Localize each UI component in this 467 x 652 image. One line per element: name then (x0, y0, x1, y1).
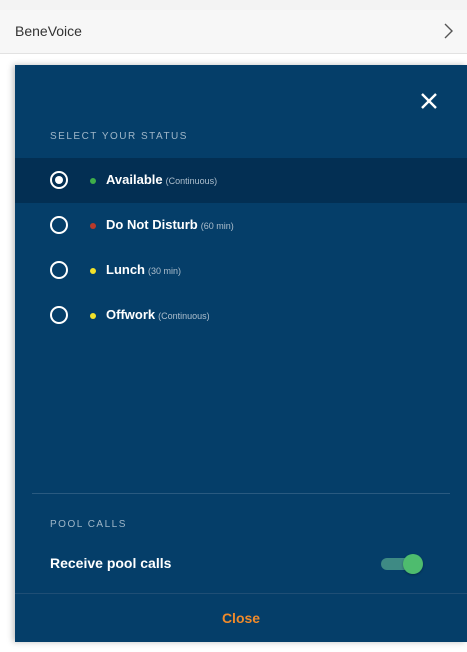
status-dot-icon (90, 313, 96, 319)
receive-pool-calls-toggle[interactable] (381, 554, 423, 574)
status-duration: (Continuous) (158, 311, 210, 321)
toggle-knob (403, 554, 423, 574)
status-label: Offwork (106, 307, 156, 322)
status-dot-icon (90, 268, 96, 274)
receive-pool-calls-label: Receive pool calls (50, 555, 172, 571)
status-option-available[interactable]: Available (Continuous) (15, 158, 467, 203)
status-dot-icon (90, 223, 96, 229)
status-label: Lunch (106, 262, 145, 277)
status-dot-icon (90, 178, 96, 184)
status-option-text: Available (Continuous) (106, 172, 217, 187)
status-option-text: Do Not Disturb (60 min) (106, 217, 234, 232)
status-label: Available (106, 172, 163, 187)
status-list: Available (Continuous) Do Not Disturb (60 … (15, 158, 467, 338)
status-option-do-not-disturb[interactable]: Do Not Disturb (60 min) (15, 203, 467, 248)
status-section-title: SELECT YOUR STATUS (50, 131, 188, 142)
status-duration: (Continuous) (165, 176, 218, 186)
status-option-text: Lunch (30 min) (106, 262, 181, 277)
close-button[interactable]: Close (15, 594, 467, 642)
status-option-lunch[interactable]: Lunch (30 min) (15, 248, 467, 293)
app-header[interactable]: BeneVoice (0, 10, 467, 54)
status-panel: SELECT YOUR STATUS Available (Continuous)… (15, 65, 467, 642)
radio-button[interactable] (50, 171, 68, 189)
close-icon[interactable] (419, 91, 439, 111)
status-duration: (60 min) (200, 221, 234, 231)
status-option-offwork[interactable]: Offwork (Continuous) (15, 293, 467, 338)
app-title: BeneVoice (15, 23, 82, 39)
radio-button[interactable] (50, 216, 68, 234)
radio-selected-dot (55, 176, 63, 184)
radio-button[interactable] (50, 306, 68, 324)
pool-section-title: POOL CALLS (50, 519, 127, 530)
status-duration: (30 min) (148, 266, 182, 276)
chevron-right-icon[interactable] (441, 22, 455, 40)
status-option-text: Offwork (Continuous) (106, 307, 210, 322)
app-window: BeneVoice SELECT YOUR STATUS Available (C… (0, 0, 467, 652)
radio-button[interactable] (50, 261, 68, 279)
status-label: Do Not Disturb (106, 217, 198, 232)
section-divider (32, 493, 450, 494)
